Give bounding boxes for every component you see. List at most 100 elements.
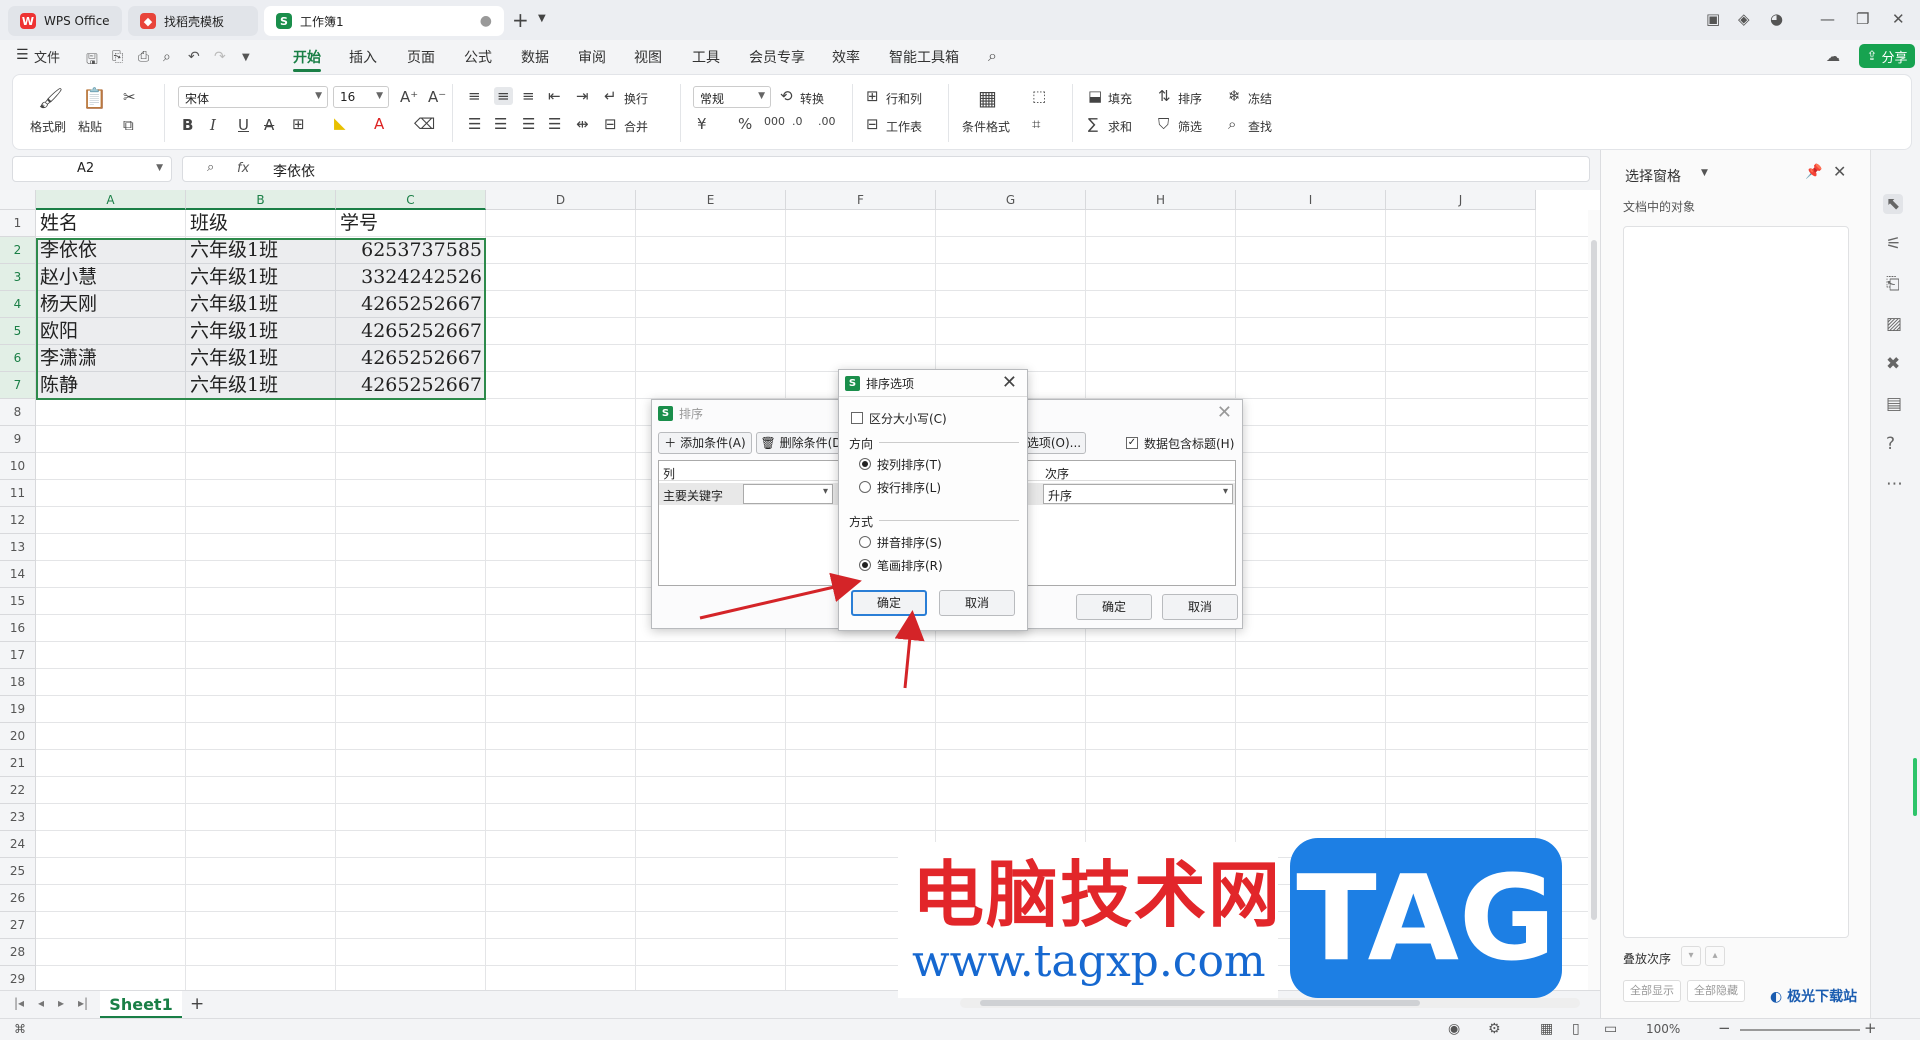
avatar[interactable]: ◕	[1770, 10, 1783, 28]
wrap-text-button[interactable]: 换行	[624, 90, 648, 107]
column-header-f[interactable]: F	[786, 190, 936, 210]
save-icon[interactable]: 🖫	[86, 49, 98, 73]
vertical-scrollbar[interactable]	[1588, 210, 1600, 990]
cell-a3[interactable]: 赵小慧	[36, 264, 186, 291]
increase-decimal-icon[interactable]: .0	[792, 115, 803, 128]
cell-c3[interactable]: 3324242526	[336, 264, 486, 291]
menu-hamburger-icon[interactable]: ☰	[16, 47, 29, 63]
border-icon[interactable]: ⊞	[292, 115, 305, 133]
close-icon[interactable]: ✕	[1217, 402, 1232, 423]
find-icon[interactable]: ⌕	[1228, 115, 1236, 133]
close-icon[interactable]: ✕	[1892, 10, 1905, 28]
layout-icon[interactable]: ▣	[1706, 10, 1720, 28]
eye-protect-icon[interactable]: ◉	[1448, 1021, 1460, 1037]
worksheet-icon[interactable]: ⊟	[866, 115, 879, 133]
row-header-15[interactable]: 15	[0, 588, 36, 615]
cell-c2[interactable]: 6253737585	[336, 237, 486, 264]
prev-sheet-icon[interactable]: ◂	[38, 996, 44, 1010]
row-header-29[interactable]: 29	[0, 966, 36, 990]
add-condition-button[interactable]: ＋ 添加条件(A)	[658, 432, 752, 454]
column-header-j[interactable]: J	[1386, 190, 1536, 210]
cell-c7[interactable]: 4265252667	[336, 372, 486, 399]
menu-review[interactable]: 审阅	[578, 47, 606, 67]
by-row-radio[interactable]	[859, 481, 871, 493]
percent-icon[interactable]: %	[738, 115, 752, 133]
increase-font-icon[interactable]: A⁺	[400, 88, 418, 106]
row-header-17[interactable]: 17	[0, 642, 36, 669]
tools-icon[interactable]: ✖	[1886, 354, 1900, 374]
align-middle-icon[interactable]: ≡	[494, 87, 513, 105]
row-header-28[interactable]: 28	[0, 939, 36, 966]
move-up-button[interactable]: ▴	[1705, 946, 1725, 966]
cell-b2[interactable]: 六年级1班	[186, 237, 336, 264]
sliders-icon[interactable]: ⚟	[1886, 234, 1901, 254]
zoom-formula-icon[interactable]: ⌕	[207, 160, 214, 175]
thousands-icon[interactable]: 000	[764, 115, 785, 128]
row-header-3[interactable]: 3	[0, 264, 36, 291]
row-header-2[interactable]: 2	[0, 237, 36, 264]
select-pointer-icon[interactable]: ⬉	[1883, 194, 1904, 214]
zoom-level[interactable]: 100%	[1646, 1022, 1680, 1036]
order-select[interactable]: 升序 ▾	[1043, 484, 1233, 504]
settings-icon[interactable]: ⚙	[1488, 1021, 1501, 1037]
convert-icon[interactable]: ⟲	[780, 87, 793, 105]
sort-options-button[interactable]: 选项(O)...	[1022, 432, 1086, 454]
new-tab-plus-icon[interactable]: +	[512, 8, 529, 32]
column-header-h[interactable]: H	[1086, 190, 1236, 210]
menu-member[interactable]: 会员专享	[749, 47, 805, 67]
sheet-tab-sheet1[interactable]: Sheet1	[100, 991, 182, 1018]
primary-key-select[interactable]: ▾	[743, 484, 833, 504]
strikethrough-icon[interactable]: A	[264, 116, 274, 134]
export-icon[interactable]: ⎘	[112, 49, 123, 65]
case-sensitive-checkbox[interactable]	[851, 412, 863, 424]
row-header-4[interactable]: 4	[0, 291, 36, 318]
filter-icon[interactable]: ⛉	[1158, 115, 1169, 133]
break-view-icon[interactable]: ▭	[1604, 1021, 1617, 1037]
chevron-down-icon[interactable]: ▼	[1701, 168, 1708, 178]
tab-wps-office[interactable]: W WPS Office	[8, 6, 122, 36]
format-painter-icon[interactable]: 🖌	[38, 86, 63, 110]
sum-button[interactable]: 求和	[1108, 118, 1132, 135]
stroke-sort-radio[interactable]	[859, 559, 871, 571]
row-header-10[interactable]: 10	[0, 453, 36, 480]
wrap-icon[interactable]: ↵	[604, 87, 617, 105]
by-column-radio[interactable]	[859, 458, 871, 470]
cell-a1[interactable]: 姓名	[36, 210, 186, 237]
row-header-27[interactable]: 27	[0, 912, 36, 939]
print-preview-icon[interactable]: ⌕	[163, 49, 171, 65]
last-sheet-icon[interactable]: ▸|	[78, 996, 88, 1010]
cell-b7[interactable]: 六年级1班	[186, 372, 336, 399]
cell-a5[interactable]: 欧阳	[36, 318, 186, 345]
row-header-19[interactable]: 19	[0, 696, 36, 723]
paste-icon[interactable]: 📋	[82, 86, 107, 110]
menu-efficiency[interactable]: 效率	[832, 47, 860, 67]
options-ok-button[interactable]: 确定	[851, 590, 927, 616]
menu-file[interactable]: 文件	[34, 47, 60, 66]
sort-icon[interactable]: ⇅	[1158, 87, 1171, 105]
row-header-26[interactable]: 26	[0, 885, 36, 912]
pin-icon[interactable]: 📌	[1805, 164, 1822, 180]
redo-icon[interactable]: ↷	[214, 49, 226, 65]
add-sheet-plus-icon[interactable]: +	[190, 994, 204, 1014]
row-header-18[interactable]: 18	[0, 669, 36, 696]
font-family-select[interactable]: 宋体 ▼	[178, 86, 328, 108]
number-format-select[interactable]: 常规 ▼	[693, 86, 771, 108]
row-header-21[interactable]: 21	[0, 750, 36, 777]
cell-c6[interactable]: 4265252667	[336, 345, 486, 372]
cell-b6[interactable]: 六年级1班	[186, 345, 336, 372]
column-header-e[interactable]: E	[636, 190, 786, 210]
cell-style-icon[interactable]: ⬚	[1032, 87, 1046, 105]
merge-icon[interactable]: ⊟	[604, 115, 617, 133]
cell-c1[interactable]: 学号	[336, 210, 486, 237]
menu-insert[interactable]: 插入	[349, 47, 377, 67]
cell-a7[interactable]: 陈静	[36, 372, 186, 399]
sort-cancel-button[interactable]: 取消	[1162, 594, 1238, 620]
row-header-14[interactable]: 14	[0, 561, 36, 588]
close-icon[interactable]: ✕	[1833, 162, 1846, 181]
cell-a2[interactable]: 李依依	[36, 237, 186, 264]
align-left-icon[interactable]: ☰	[468, 115, 481, 133]
search-icon[interactable]: ⌕	[988, 46, 997, 66]
decrease-decimal-icon[interactable]: .00	[818, 115, 836, 128]
row-header-1[interactable]: 1	[0, 210, 36, 237]
menu-formula[interactable]: 公式	[464, 47, 492, 67]
